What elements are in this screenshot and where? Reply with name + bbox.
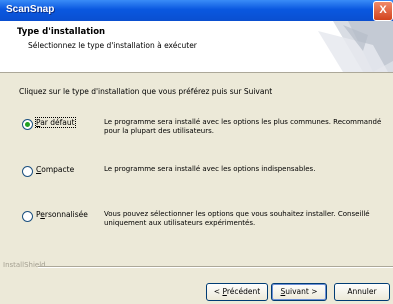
radio-par-defaut[interactable] [22, 119, 33, 130]
close-icon: X [379, 4, 387, 16]
close-button[interactable]: X [373, 1, 393, 21]
next-button[interactable]: Suivant > [271, 283, 327, 301]
label-personnalisee[interactable]: Personnalisée [36, 210, 88, 219]
wizard-header: Type d'installation Sélectionnez le type… [0, 21, 393, 73]
instructions-text: Cliquez sur le type d'installation que v… [19, 87, 273, 96]
label-par-defaut[interactable]: Par défaut [35, 117, 76, 128]
cancel-button[interactable]: Annuler [334, 283, 390, 301]
back-button[interactable]: < Précédent [206, 283, 268, 301]
desc-par-defaut: Le programme sera installé avec les opti… [104, 118, 382, 135]
page-subtitle: Sélectionnez le type d'installation à ex… [28, 41, 197, 50]
header-graphic-icon [318, 21, 393, 72]
label-compacte[interactable]: Compacte [36, 165, 74, 174]
page-title: Type d'installation [17, 27, 106, 37]
footer-divider [38, 266, 393, 268]
desc-compacte: Le programme sera installé avec les opti… [104, 165, 316, 173]
desc-personnalisee: Vous pouvez sélectionner les options que… [104, 210, 370, 227]
installer-window: ScanSnap X Type d'installation Sélection… [0, 0, 393, 304]
title-bar[interactable]: ScanSnap X [0, 0, 393, 21]
window-title: ScanSnap [6, 4, 55, 15]
radio-personnalisee[interactable] [22, 211, 33, 222]
radio-compacte[interactable] [22, 166, 33, 177]
